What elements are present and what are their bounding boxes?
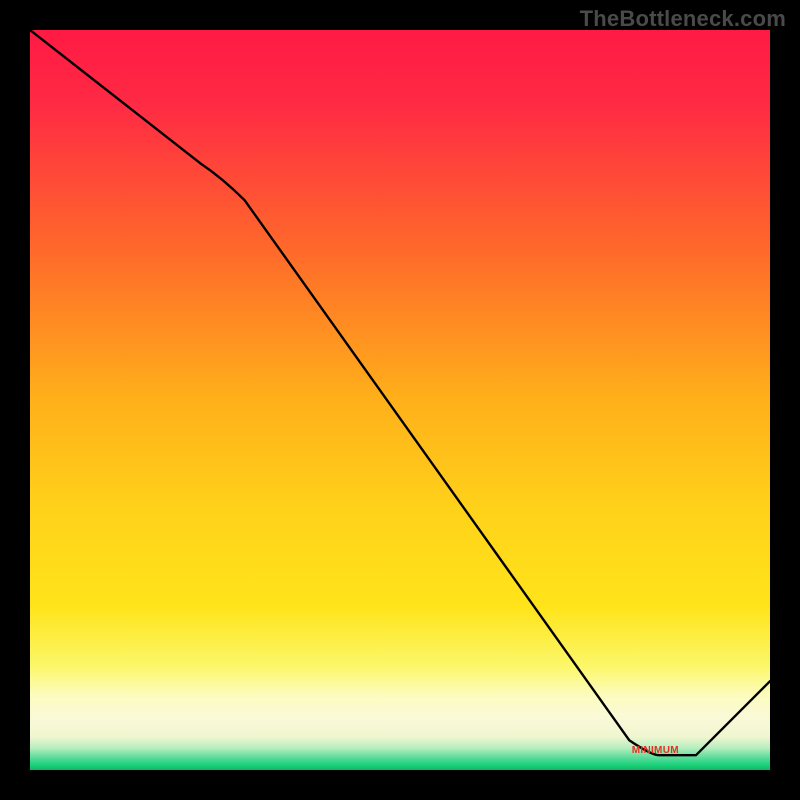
minimum-label: MINIMUM bbox=[632, 745, 679, 756]
watermark-text: TheBottleneck.com bbox=[580, 6, 786, 32]
chart-curve: MINIMUM bbox=[30, 30, 770, 770]
plot-area: MINIMUM bbox=[30, 30, 770, 770]
chart-canvas: TheBottleneck.com bbox=[0, 0, 800, 800]
